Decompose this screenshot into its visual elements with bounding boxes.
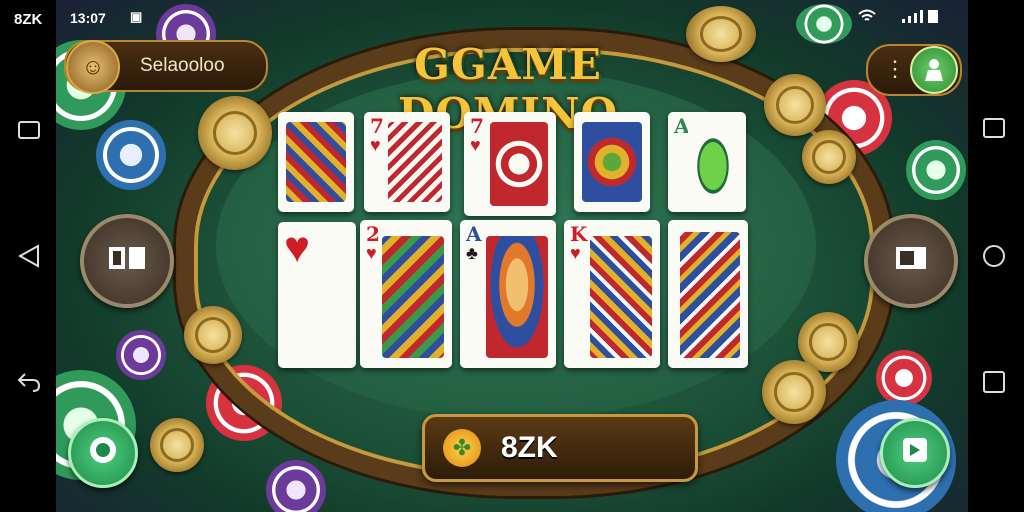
background-chip <box>266 460 326 512</box>
card-suit: ♥ <box>470 135 481 155</box>
game-screen: 13:07 ▣ GGAME DOMINO ☺ Selaooloo ⋮ <box>56 0 968 512</box>
book-button[interactable] <box>80 214 174 308</box>
gold-coin <box>150 418 204 472</box>
return-nav-icon[interactable] <box>15 368 43 396</box>
square-nav-icon[interactable] <box>980 114 1008 142</box>
gold-coin <box>764 74 826 136</box>
card-bottom-5[interactable] <box>668 220 748 368</box>
chip-button[interactable] <box>68 418 138 488</box>
card-art <box>582 122 642 202</box>
card-top-3[interactable]: 7 ♥ <box>464 112 556 216</box>
card-art <box>490 122 548 206</box>
top-right-menu: ⋮ <box>866 44 962 96</box>
card-art <box>486 236 548 358</box>
card-suit: ♥ <box>570 243 581 263</box>
card-rank: K <box>570 222 588 246</box>
card-bottom-1[interactable]: ♥ <box>278 222 356 368</box>
notification-icon: ▣ <box>130 9 143 24</box>
card-art <box>286 122 346 202</box>
more-dots-icon[interactable]: ⋮ <box>884 54 908 84</box>
card-suit: ♥ <box>370 135 381 155</box>
card-art <box>590 236 652 358</box>
player-name: Selaooloo <box>140 55 225 76</box>
home-nav-icon[interactable] <box>980 242 1008 270</box>
card-bottom-4[interactable]: K ♥ <box>564 220 660 368</box>
card-top-1[interactable] <box>278 112 354 212</box>
gold-coin <box>198 96 272 170</box>
card-suit: ♥ <box>284 223 311 272</box>
card-bottom-2[interactable]: 2 ♥ <box>360 220 452 368</box>
coin-icon: ✤ <box>443 429 481 467</box>
background-chip <box>116 330 166 380</box>
chip-icon <box>88 435 118 472</box>
player-avatar[interactable]: ☺ <box>66 40 120 94</box>
card-art <box>382 236 444 358</box>
card-top-2[interactable]: 7 ♥ <box>364 112 450 212</box>
balance-value: 8ZK <box>501 431 558 464</box>
card-top-4[interactable] <box>574 112 650 212</box>
wifi-icon <box>858 9 876 26</box>
share-button[interactable] <box>880 418 950 488</box>
person-icon[interactable] <box>910 46 958 94</box>
card-suit: ♥ <box>366 243 377 263</box>
background-chip <box>876 350 932 406</box>
card-suit: ♣ <box>466 243 478 263</box>
back-nav-icon[interactable] <box>15 242 43 270</box>
gold-coin <box>184 306 242 364</box>
card-rank: A <box>466 222 482 246</box>
gold-coin <box>802 130 856 184</box>
app-label: 8ZK <box>14 11 43 28</box>
recents-nav-icon[interactable] <box>980 368 1008 396</box>
card-bottom-3[interactable]: A ♣ <box>460 220 556 368</box>
card-art <box>680 232 740 358</box>
background-chip <box>96 120 166 190</box>
status-bar: 13:07 ▣ <box>56 6 968 28</box>
system-nav-left: 8ZK <box>0 0 56 512</box>
signal-icon <box>902 9 942 26</box>
balance-bar[interactable]: ✤ 8ZK <box>422 414 698 482</box>
square-icon <box>894 245 928 278</box>
card-art <box>388 122 442 202</box>
book-icon <box>107 245 147 278</box>
card-top-5[interactable]: A <box>668 112 746 212</box>
background-chip <box>906 140 966 200</box>
card-rank: 7 <box>470 114 484 138</box>
card-art <box>688 122 738 202</box>
card-rank: 7 <box>370 114 384 138</box>
system-nav-right <box>968 0 1024 512</box>
square-button[interactable] <box>864 214 958 308</box>
square-nav-icon[interactable] <box>15 116 43 144</box>
gold-coin <box>762 360 826 424</box>
share-icon <box>900 435 930 472</box>
clock: 13:07 <box>70 10 106 26</box>
player-profile[interactable]: ☺ Selaooloo <box>64 40 268 94</box>
card-rank: 2 <box>366 222 380 246</box>
